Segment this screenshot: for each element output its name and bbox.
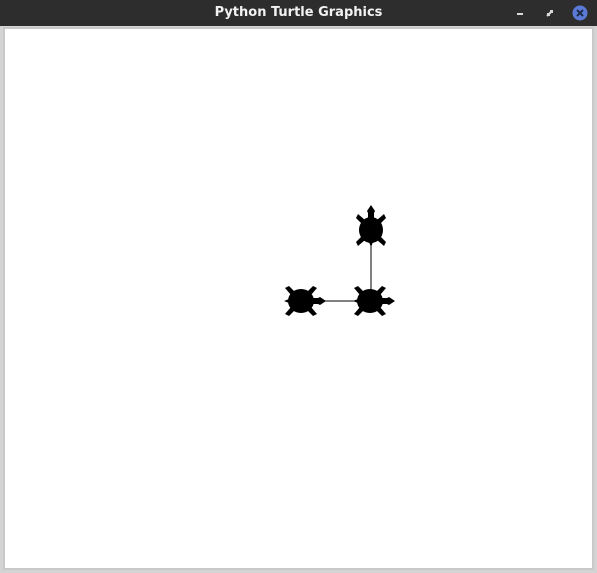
- turtle-window: Python Turtle Graphics: [0, 0, 597, 573]
- restore-icon: [546, 10, 553, 17]
- close-icon: [572, 5, 588, 21]
- minimize-button[interactable]: [511, 4, 529, 22]
- title-bar[interactable]: Python Turtle Graphics: [0, 0, 597, 26]
- turtle-top: [356, 205, 386, 247]
- maximize-button[interactable]: [541, 4, 559, 22]
- turtle-center: [353, 286, 395, 316]
- minimize-icon: [517, 13, 523, 15]
- close-button[interactable]: [571, 4, 589, 22]
- turtle-drawing: [284, 205, 395, 316]
- turtle-canvas[interactable]: [5, 29, 592, 568]
- turtle-left: [284, 286, 326, 316]
- canvas-frame: [3, 27, 594, 570]
- window-title: Python Turtle Graphics: [214, 5, 383, 20]
